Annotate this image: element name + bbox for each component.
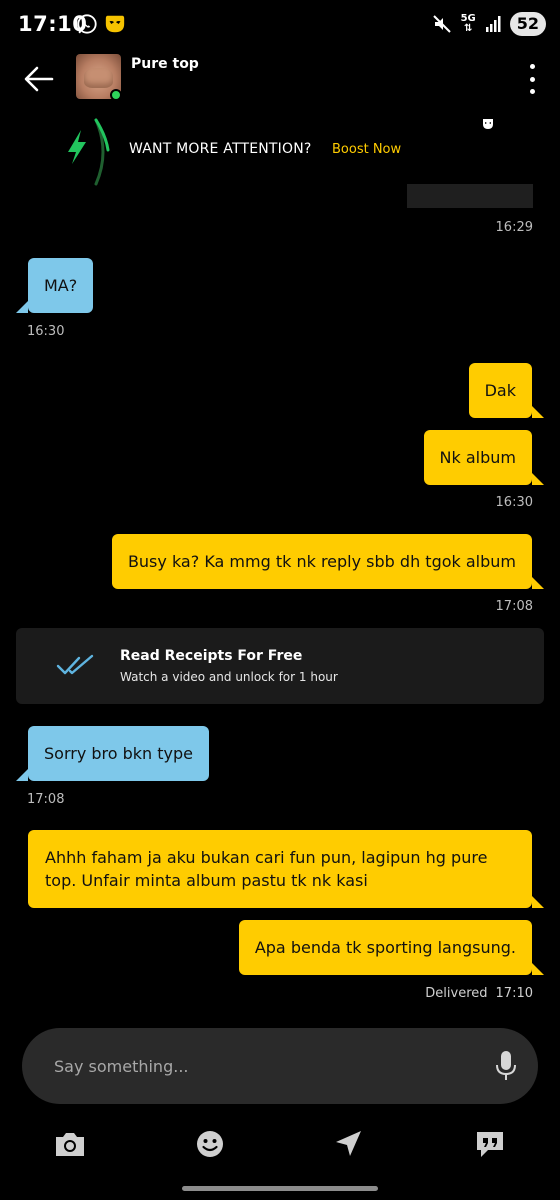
message-text: Sorry bro bkn type xyxy=(44,743,194,763)
receipts-subtitle: Watch a video and unlock for 1 hour xyxy=(120,670,338,684)
boost-banner[interactable]: WANT MORE ATTENTION? Boost Now xyxy=(0,114,560,190)
location-icon[interactable] xyxy=(332,1128,366,1160)
outgoing-message-bubble[interactable]: Ahhh faham ja aku bukan cari fun pun, la… xyxy=(28,830,532,908)
message-timestamp: 16:29 xyxy=(495,220,533,235)
delivery-status: Delivered 17:10 xyxy=(425,986,533,1001)
bubble-tail xyxy=(532,406,544,418)
bubble-tail xyxy=(532,896,544,908)
boost-now-link[interactable]: Boost Now xyxy=(332,142,401,157)
boost-text: WANT MORE ATTENTION? xyxy=(129,141,312,157)
outgoing-message-bubble[interactable]: Nk album xyxy=(423,430,532,485)
redacted-message xyxy=(407,184,533,208)
receipts-title: Read Receipts For Free xyxy=(120,648,303,664)
message-timestamp: 16:30 xyxy=(27,324,65,339)
incoming-message-bubble[interactable]: MA? xyxy=(28,258,94,313)
camera-icon[interactable] xyxy=(53,1128,87,1160)
delivered-label: Delivered xyxy=(425,986,488,1001)
message-text: Apa benda tk sporting langsung. xyxy=(254,937,516,957)
more-options-icon[interactable] xyxy=(526,64,538,94)
quick-reply-icon[interactable] xyxy=(473,1128,507,1160)
message-timestamp: 17:08 xyxy=(27,792,65,807)
message-timestamp: 16:30 xyxy=(495,495,533,510)
home-indicator[interactable] xyxy=(182,1186,378,1191)
status-icons: 5G ⇅ 52 xyxy=(432,12,546,36)
message-input[interactable] xyxy=(54,1054,454,1078)
bubble-tail xyxy=(532,577,544,589)
status-bar: 17:10 5G ⇅ 52 xyxy=(0,0,560,50)
emoji-icon[interactable] xyxy=(193,1128,227,1160)
back-arrow-icon[interactable] xyxy=(22,62,56,96)
bubble-tail xyxy=(16,301,28,313)
outgoing-message-bubble[interactable]: Apa benda tk sporting langsung. xyxy=(238,920,532,975)
message-text: Ahhh faham ja aku bukan cari fun pun, la… xyxy=(45,847,488,890)
outgoing-message-bubble[interactable]: Busy ka? Ka mmg tk nk reply sbb dh tgok … xyxy=(111,534,532,589)
bubble-tail xyxy=(532,473,544,485)
network-indicator: 5G ⇅ xyxy=(461,14,476,34)
mute-icon xyxy=(432,15,451,33)
message-text: MA? xyxy=(44,275,78,295)
message-text: Nk album xyxy=(439,447,516,467)
grindr-icon xyxy=(105,15,125,33)
double-check-icon xyxy=(56,654,94,675)
message-text: Busy ka? Ka mmg tk nk reply sbb dh tgok … xyxy=(127,551,516,571)
contact-name[interactable]: Pure top xyxy=(131,56,199,72)
bubble-tail xyxy=(532,963,544,975)
message-timestamp: 17:10 xyxy=(495,986,533,1001)
whatsapp-icon xyxy=(77,14,97,34)
battery-indicator: 52 xyxy=(509,12,546,36)
grindr-mask-icon xyxy=(483,119,493,129)
message-timestamp: 17:08 xyxy=(495,599,533,614)
signal-icon xyxy=(485,16,501,32)
online-status-dot xyxy=(110,89,122,101)
chat-header: Pure top xyxy=(0,50,560,110)
bubble-tail xyxy=(16,769,28,781)
read-receipts-promo[interactable]: Read Receipts For Free Watch a video and… xyxy=(16,628,544,704)
message-text: Dak xyxy=(484,380,516,400)
outgoing-message-bubble[interactable]: Dak xyxy=(468,363,532,418)
chat-toolbar xyxy=(0,1124,560,1164)
data-arrows-icon: ⇅ xyxy=(463,23,473,34)
microphone-icon[interactable] xyxy=(496,1050,516,1082)
message-composer xyxy=(22,1028,538,1104)
incoming-message-bubble[interactable]: Sorry bro bkn type xyxy=(28,726,210,781)
boost-bolt-icon xyxy=(68,118,110,186)
